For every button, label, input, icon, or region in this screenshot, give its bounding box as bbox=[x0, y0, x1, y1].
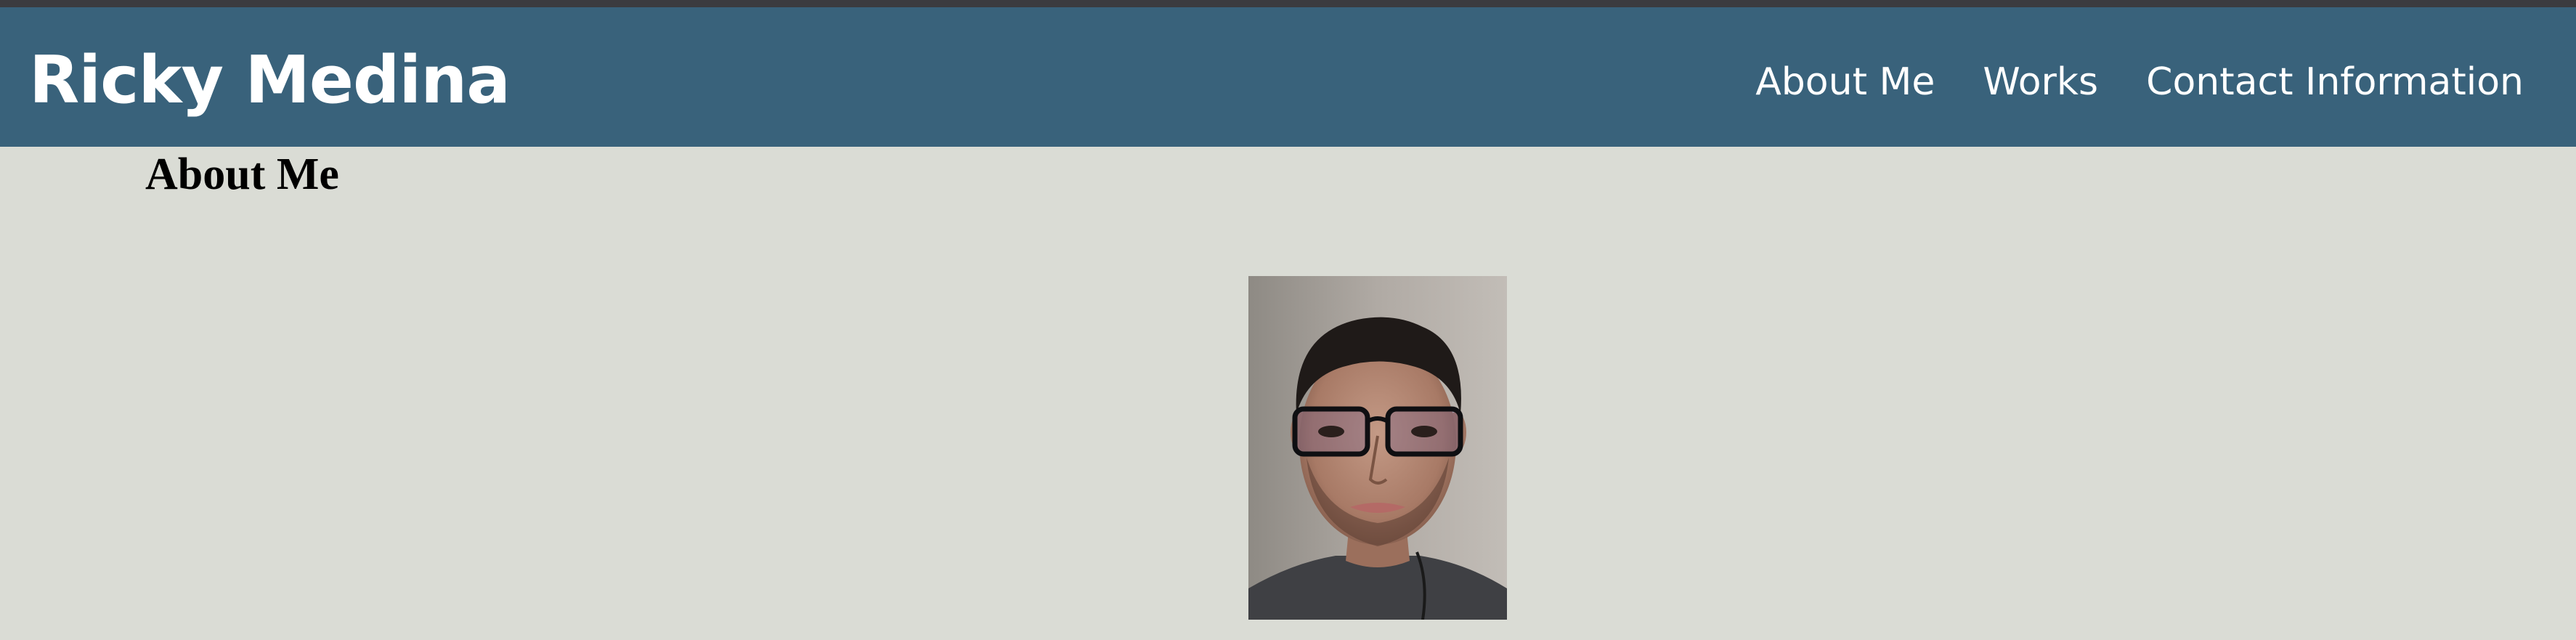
section-title-about-me: About Me bbox=[145, 150, 339, 199]
nav-link-contact-information[interactable]: Contact Information bbox=[2146, 57, 2524, 108]
nav-link-about-me[interactable]: About Me bbox=[1755, 57, 1935, 108]
window-top-strip bbox=[0, 0, 2576, 7]
main-nav: About Me Works Contact Information bbox=[1755, 57, 2524, 108]
site-header: Ricky Medina About Me Works Contact Info… bbox=[0, 7, 2576, 147]
nav-link-works[interactable]: Works bbox=[1983, 57, 2098, 108]
site-brand[interactable]: Ricky Medina bbox=[29, 41, 511, 121]
profile-photo bbox=[1248, 276, 1507, 620]
